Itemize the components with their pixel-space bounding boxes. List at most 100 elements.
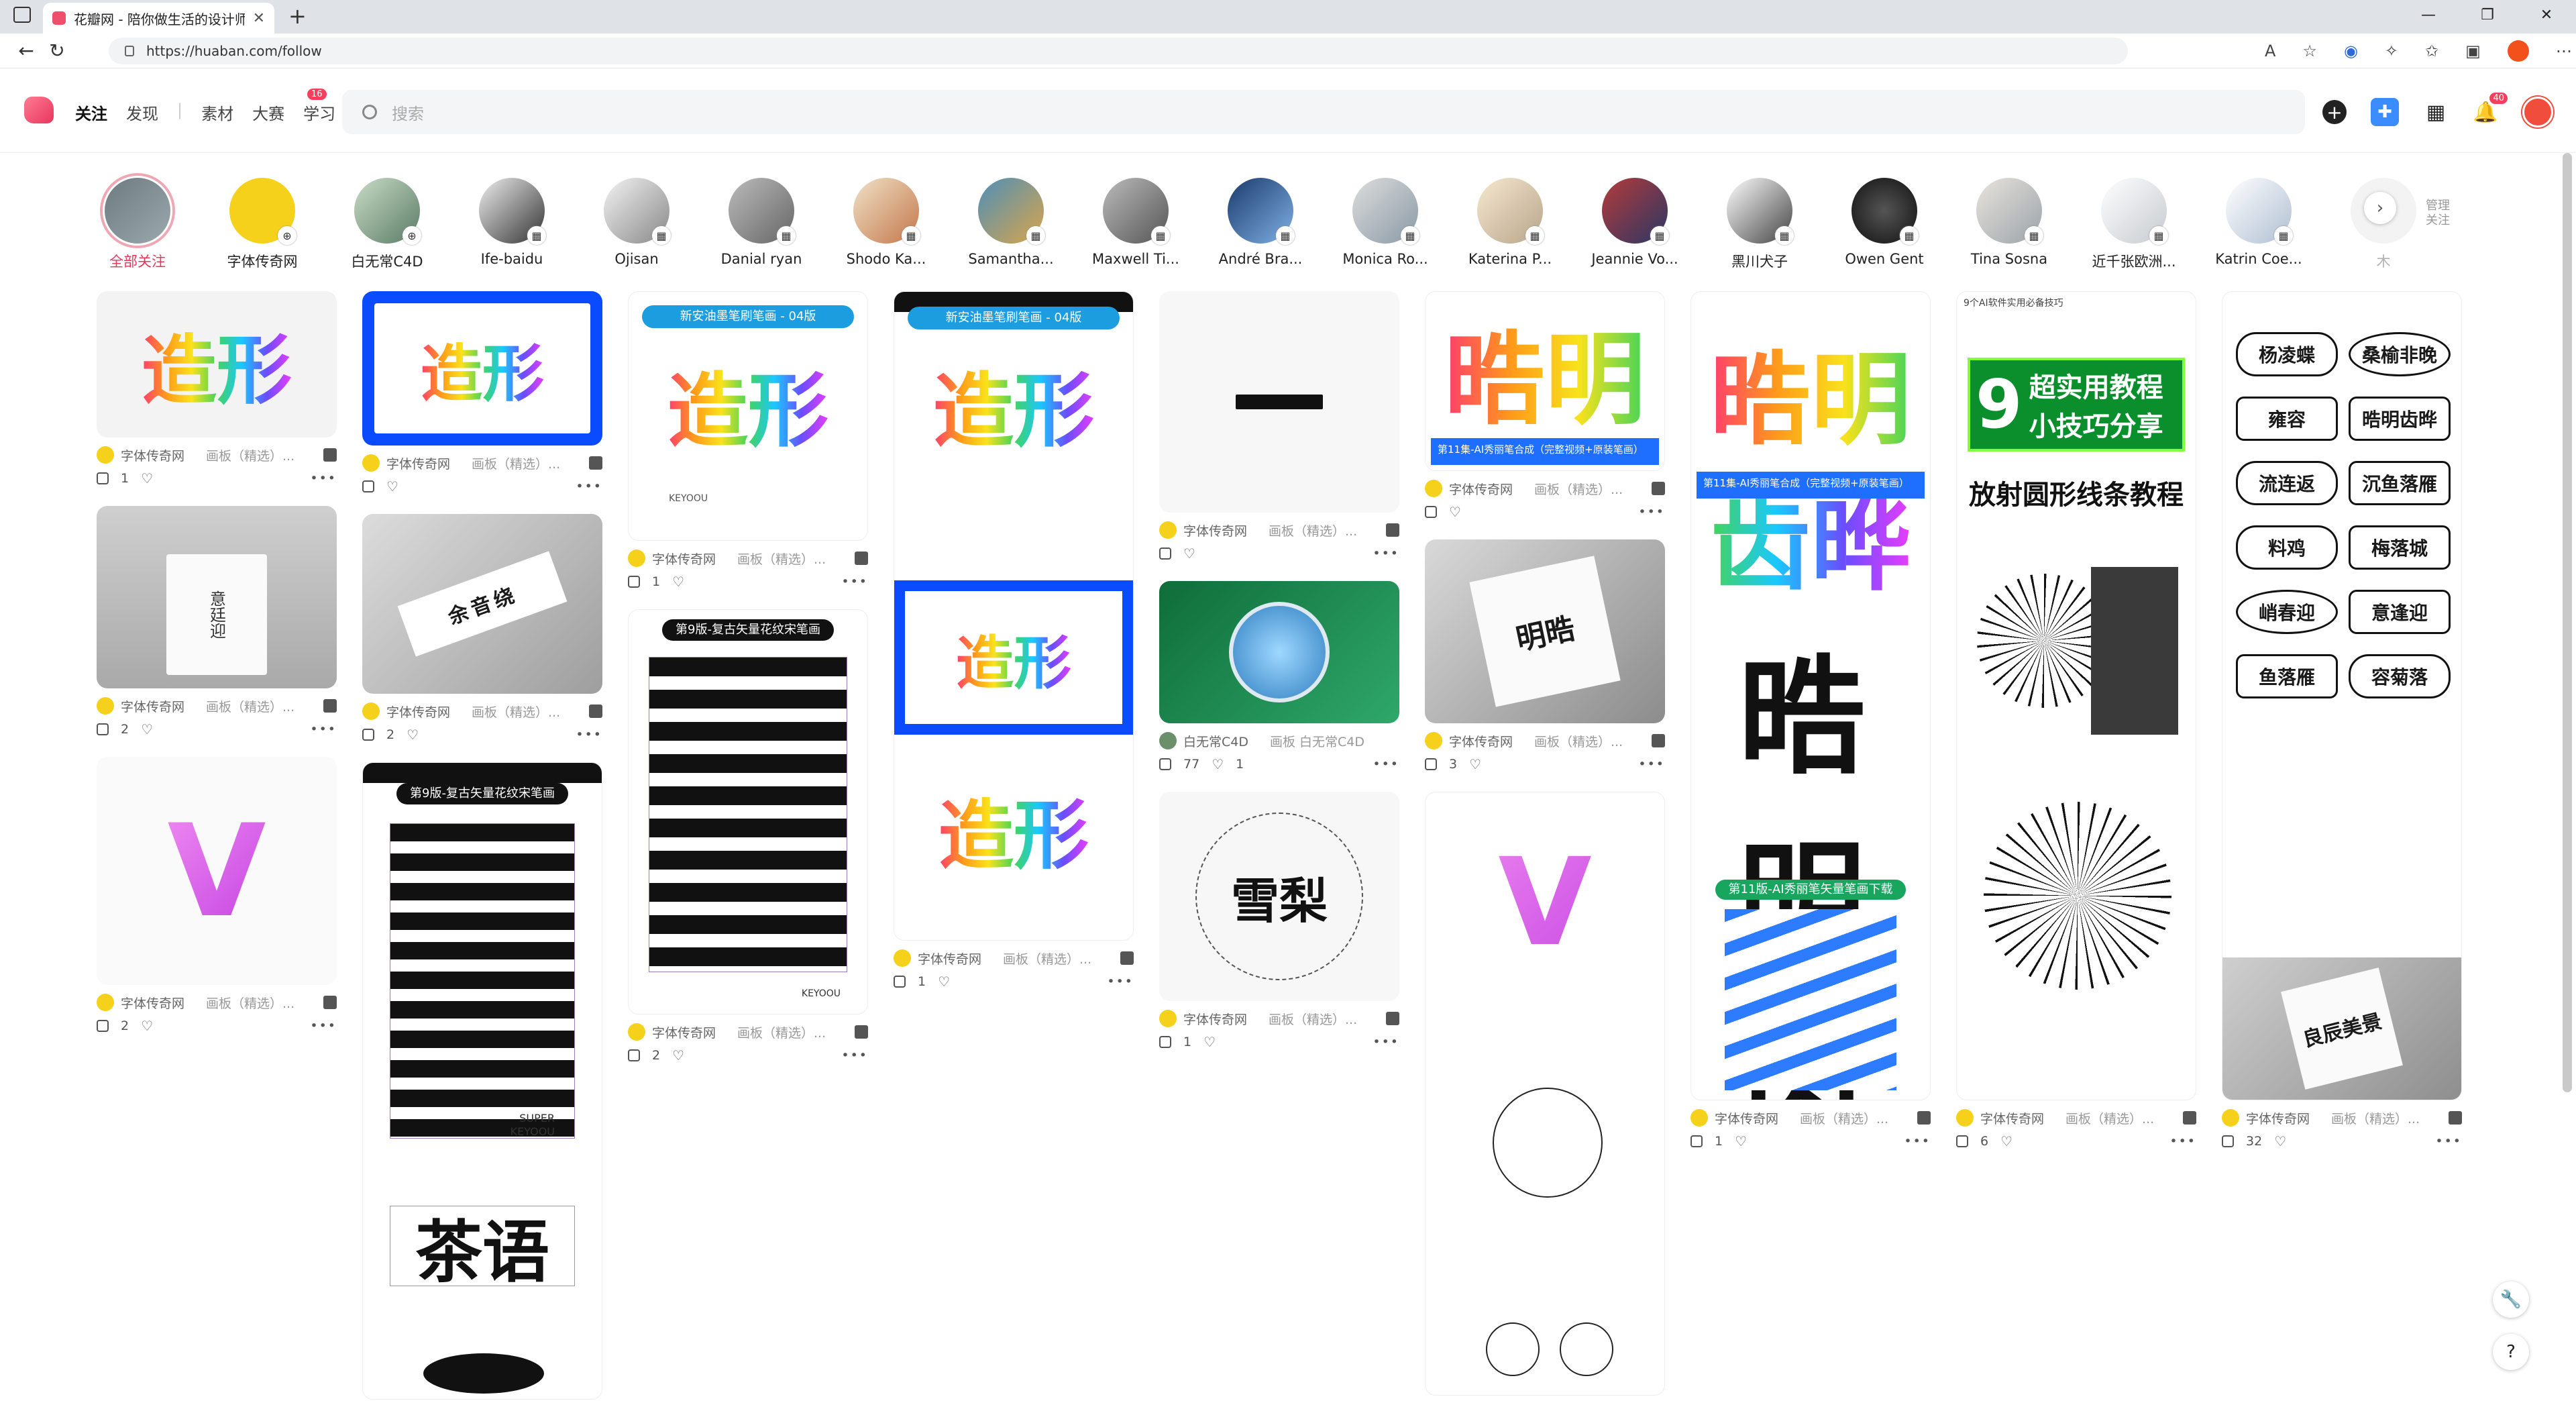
more-icon[interactable]: ••• [576,479,602,494]
repin-icon[interactable] [1690,1135,1703,1147]
like-icon[interactable]: ♡ [938,974,950,990]
upload-plus-button[interactable]: + [2322,100,2347,124]
repin-icon[interactable] [628,576,640,588]
more-icon[interactable]: ••• [1107,974,1134,989]
read-aloud-icon[interactable]: A [2265,42,2275,60]
source-name[interactable]: 字体传奇网 [652,550,716,568]
following-user[interactable]: ▦ 黑川犬子 [1709,176,1810,271]
pin-card[interactable]: 杨凌蝶 桑榆非晚 雍容 晧明齿晔 流连返 沉鱼落雁 料鸡 梅落城 峭春迎 意逢迎… [2222,291,2462,1150]
new-tab-icon[interactable]: + [288,4,307,28]
puzzle-icon[interactable]: ✧ [2385,42,2398,60]
extension-icon[interactable]: ◉ [2344,42,2358,60]
following-all[interactable]: 全部关注 [87,176,188,271]
browser-tab[interactable]: 花瓣网 - 陪你做生活的设计师（ii ✕ [43,3,274,34]
following-user[interactable]: ▦ Ife-baidu [462,176,562,267]
page-scrollbar[interactable] [2563,153,2572,1092]
pin-image[interactable]: 雪梨 [1159,792,1399,1001]
source-name[interactable]: 字体传奇网 [386,702,450,721]
nav-learn[interactable]: 学习 [303,101,335,124]
repin-icon[interactable] [362,729,374,741]
following-user[interactable]: ▦ Owen Gent [1834,176,1935,267]
manage-following-link[interactable]: 管理关注 [2423,199,2453,228]
following-user[interactable]: ▦ Tina Sosna [1959,176,2059,267]
apps-grid-icon[interactable]: ▦ [2423,99,2449,125]
source-name[interactable]: 字体传奇网 [121,446,184,464]
more-icon[interactable]: ••• [1638,757,1665,772]
board-name[interactable]: 画板（精选）... [206,446,317,464]
following-user[interactable]: ▦ Samantha... [961,176,1061,267]
board-name[interactable]: 画板 白无常C4D [1270,732,1399,750]
more-icon[interactable]: ••• [1638,505,1665,519]
pin-image[interactable]: 9个AI软件实用必备技巧 9 超实用教程 小技巧分享 放射圆形线条教程 [1956,291,2196,1100]
nav-material[interactable]: 素材 [201,101,233,124]
repin-icon[interactable] [1425,506,1437,518]
board-name[interactable]: 画板（精选）... [737,550,848,568]
board-name[interactable]: 画板（精选）... [1800,1109,1911,1127]
pin-image[interactable]: 晧明齿晔 第11集-AI秀丽笔合成（完整视频+原装笔画） [1425,291,1665,471]
like-icon[interactable]: ♡ [407,727,419,743]
pin-card[interactable]: 明晧 字体传奇网 画板（精选）... 3 ♡ ••• [1425,539,1665,773]
source-name[interactable]: 字体传奇网 [2246,1109,2310,1127]
url-field[interactable]: https://huaban.com/follow [109,38,2128,64]
board-name[interactable]: 画板（精选）... [1269,1010,1379,1028]
pin-image[interactable] [1159,581,1399,723]
board-name[interactable]: 画板（精选）... [1269,521,1379,539]
pin-card[interactable]: 造形 字体传奇网 画板（精选）... 1 ♡ ••• [97,291,337,487]
source-name[interactable]: 字体传奇网 [121,697,184,715]
more-icon[interactable]: ••• [2169,1134,2196,1149]
board-name[interactable]: 画板（精选）... [1003,949,1114,968]
favorites-icon[interactable]: ✩ [2425,42,2438,60]
board-name[interactable]: 画板（精选）... [737,1023,848,1041]
source-name[interactable]: 字体传奇网 [121,994,184,1012]
following-user[interactable]: ▦ Maxwell Ti... [1085,176,1186,267]
pin-card[interactable]: 第9版-复古矢量花纹宋笔画 KEYOOU 字体传奇网 画板（精选）... 2 ♡ ••… [628,609,868,1064]
pin-image[interactable]: 意廷迎 [97,506,337,688]
search-input[interactable]: 搜索 [342,90,2305,134]
board-name[interactable]: 画板（精选）... [2331,1109,2442,1127]
board-name[interactable]: 画板（精选）... [1534,480,1645,498]
source-name[interactable]: 字体传奇网 [918,949,981,968]
source-name[interactable]: 白无常C4D [1183,732,1248,750]
pin-card[interactable]: 晧明齿晔 第11集-AI秀丽笔合成（完整视频+原装笔画） 晧明齿晔 第11版-A… [1690,291,1931,1150]
browser-menu-icon[interactable]: ⋯ [2556,42,2572,60]
board-name[interactable]: 画板（精选）... [206,994,317,1012]
pin-image[interactable]: V [97,757,337,985]
source-name[interactable]: 字体传奇网 [1980,1109,2044,1127]
repin-icon[interactable] [628,1049,640,1061]
restore-icon[interactable]: ❐ [2458,7,2517,23]
pin-card[interactable]: 意廷迎 字体传奇网 画板（精选）... 2 ♡ ••• [97,506,337,738]
following-user[interactable]: ▦ Shodo Ka... [836,176,936,267]
pin-image[interactable]: 明晧 [1425,539,1665,723]
repin-icon[interactable] [97,1020,109,1032]
board-name[interactable]: 画板（精选）... [472,454,582,472]
following-user[interactable]: ▦ Danial ryan [711,176,812,267]
repin-icon[interactable] [1956,1135,1968,1147]
repin-icon[interactable] [1159,758,1171,770]
nav-discover[interactable]: 发现 [126,101,158,124]
board-name[interactable]: 画板（精选）... [1534,732,1645,750]
pin-image[interactable]: 造形 [362,291,602,446]
pin-card[interactable]: 字体传奇网 画板（精选）... ♡ ••• [1159,291,1399,562]
more-icon[interactable]: ••• [576,727,602,742]
huaban-logo-icon[interactable] [24,97,54,123]
following-user[interactable]: ⊕ 字体传奇网 [212,176,313,271]
like-icon[interactable]: ♡ [386,478,398,494]
more-icon[interactable]: ••• [1904,1134,1931,1149]
more-icon[interactable]: ••• [1373,546,1399,561]
like-icon[interactable]: ♡ [141,470,153,486]
source-name[interactable]: 字体传奇网 [1183,1010,1247,1028]
following-user[interactable]: ▦ Ojisan [586,176,687,267]
following-user[interactable]: ▦ Monica Ro... [1335,176,1436,267]
repin-icon[interactable] [2222,1135,2234,1147]
pin-card[interactable]: 雪梨 字体传奇网 画板（精选）... 1 ♡ ••• [1159,792,1399,1051]
repin-icon[interactable] [1159,547,1171,560]
pin-image[interactable]: 余音绕 [362,514,602,694]
repin-icon[interactable] [894,976,906,988]
following-user[interactable]: ⊕ 白无常C4D [337,176,437,271]
pin-card[interactable]: V 字体传奇网 画板（精选）... 2 ♡ ••• [97,757,337,1035]
source-name[interactable]: 字体传奇网 [386,454,450,472]
pin-image[interactable]: 新安油墨笔刷笔画 - 04版 造形 KEYOOU [628,291,868,541]
like-icon[interactable]: ♡ [1449,504,1461,520]
like-icon[interactable]: ♡ [672,1047,684,1063]
board-name[interactable]: 画板（精选）... [206,697,317,715]
